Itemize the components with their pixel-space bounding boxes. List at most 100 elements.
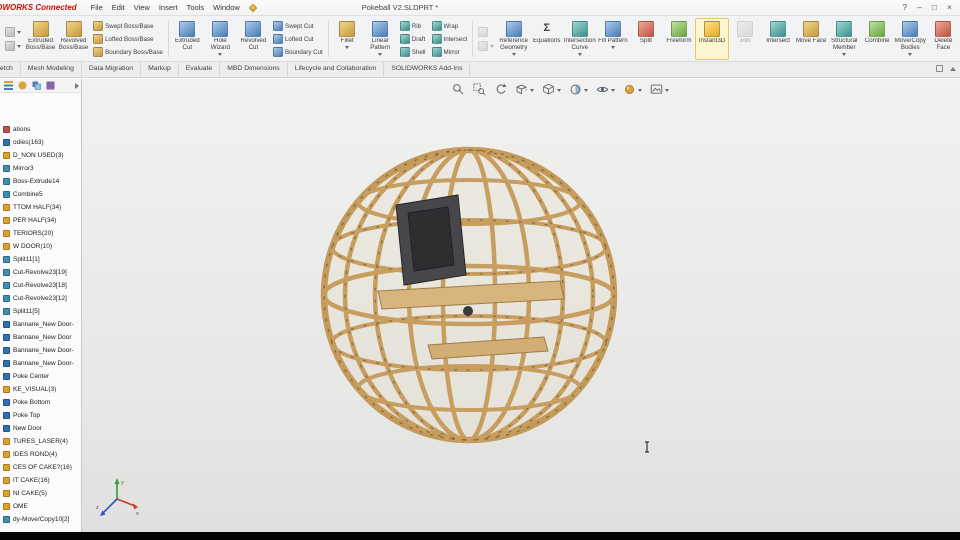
- delete-face-button[interactable]: Delete Face: [927, 18, 960, 60]
- featuremanager-tab-icon[interactable]: [4, 81, 13, 90]
- expand-panel-arrow-icon[interactable]: [75, 82, 79, 89]
- dimxpertmanager-tab-icon[interactable]: [46, 81, 55, 90]
- ribbon-tab[interactable]: Lifecycle and Collaboration: [288, 62, 385, 77]
- tree-item[interactable]: Poke Top: [0, 409, 81, 422]
- ribbon-tab[interactable]: Markup: [141, 62, 179, 77]
- tree-item[interactable]: D_NON USED(3): [0, 149, 81, 162]
- tree-item[interactable]: Combine5: [0, 188, 81, 201]
- tree-item[interactable]: NI CAKE(5): [0, 487, 81, 500]
- menu-item[interactable]: File: [91, 3, 103, 12]
- tree-item[interactable]: Bannane_New Door-: [0, 318, 81, 331]
- structural-member-button[interactable]: Structural Member: [828, 18, 861, 60]
- minimize-icon[interactable]: –: [917, 2, 922, 12]
- ribbon-tab[interactable]: MBD Dimensions: [220, 62, 288, 77]
- pokeball-3d-model[interactable]: [308, 133, 630, 455]
- tree-item[interactable]: Split11[1]: [0, 253, 81, 266]
- tree-item[interactable]: W DOOR(10): [0, 240, 81, 253]
- draft-button[interactable]: Draft: [399, 33, 426, 45]
- revolved-boss-base-button[interactable]: Revolved Boss/Base: [57, 18, 90, 60]
- tree-item[interactable]: TURES_LASER(4): [0, 435, 81, 448]
- boundary-cut-button[interactable]: Boundary Cut: [272, 46, 323, 58]
- fillet-button[interactable]: Fillet: [331, 18, 364, 60]
- intersect-small-button[interactable]: Intersect: [431, 33, 467, 45]
- hide-show-items-button[interactable]: [596, 83, 615, 96]
- zoom-area-button[interactable]: [473, 83, 486, 96]
- display-style-button[interactable]: [569, 83, 588, 96]
- menu-item[interactable]: Window: [213, 3, 240, 12]
- hole-wizard-button[interactable]: Hole Wizard: [204, 18, 237, 60]
- revolved-cut-button[interactable]: Revolved Cut: [237, 18, 270, 60]
- tree-item[interactable]: IDES ROND(4): [0, 448, 81, 461]
- tree-item[interactable]: Boss-Extrude14: [0, 175, 81, 188]
- propertymanager-tab-icon[interactable]: [18, 81, 27, 90]
- menu-item[interactable]: Tools: [187, 3, 205, 12]
- tree-item[interactable]: ations: [0, 123, 81, 136]
- lofted-cut-button[interactable]: Lofted Cut: [272, 33, 323, 45]
- tree-item[interactable]: KE_VISUAL(3): [0, 383, 81, 396]
- combine-button[interactable]: Combine: [861, 18, 894, 60]
- tree-item[interactable]: Poke Bottom: [0, 396, 81, 409]
- tree-item[interactable]: Bannane_New Door-: [0, 357, 81, 370]
- configurationmanager-tab-icon[interactable]: [32, 81, 41, 90]
- extruded-boss-base-button[interactable]: Extruded Boss/Base: [24, 18, 57, 60]
- fill-pattern-button[interactable]: Fill Pattern: [596, 18, 629, 60]
- ribbon-tab[interactable]: Data Migration: [82, 62, 142, 77]
- move-copy-bodies-button[interactable]: Move/Copy Bodies: [894, 18, 927, 60]
- intersection-curve-button[interactable]: Intersection Curve: [563, 18, 596, 60]
- freeform-button[interactable]: Freeform: [662, 18, 695, 60]
- pin-ribbon-icon[interactable]: [936, 65, 943, 72]
- tree-item[interactable]: Cut-Revolve23[18]: [0, 279, 81, 292]
- equations-button[interactable]: Σ Equations: [530, 18, 563, 60]
- apply-scene-button[interactable]: [650, 83, 669, 96]
- tree-item[interactable]: New Door: [0, 422, 81, 435]
- instant3d-button[interactable]: Instant3D: [695, 18, 729, 60]
- swept-boss-base-button[interactable]: Swept Boss/Base: [93, 20, 163, 32]
- tree-item[interactable]: TERIORS(20): [0, 227, 81, 240]
- intersect-button[interactable]: Intersect: [762, 18, 795, 60]
- mirror-button[interactable]: Mirror: [431, 46, 468, 58]
- tree-item[interactable]: CES OF CAKE?(16): [0, 461, 81, 474]
- swept-cut-button[interactable]: Swept Cut: [272, 20, 323, 32]
- rib-button[interactable]: Rib: [399, 20, 426, 32]
- split-button[interactable]: Split: [629, 18, 662, 60]
- zoom-fit-button[interactable]: [452, 83, 465, 96]
- edit-appearance-button[interactable]: [623, 83, 642, 96]
- previous-view-button[interactable]: [494, 83, 507, 96]
- menu-item[interactable]: Edit: [112, 3, 125, 12]
- collapse-ribbon-icon[interactable]: [950, 66, 956, 71]
- reference-geometry-button[interactable]: Reference Geometry: [497, 18, 530, 60]
- linear-pattern-button[interactable]: Linear Pattern: [364, 18, 397, 60]
- menu-item[interactable]: View: [134, 3, 150, 12]
- graphics-viewport[interactable]: y x z: [0, 79, 960, 532]
- menu-item[interactable]: Insert: [159, 3, 178, 12]
- ribbon-tab[interactable]: Evaluate: [179, 62, 221, 77]
- close-icon[interactable]: ×: [947, 2, 952, 12]
- tree-item[interactable]: Split11[5]: [0, 305, 81, 318]
- ribbon-tab[interactable]: Mesh Modeling: [21, 62, 82, 77]
- tree-item[interactable]: Bannane_New Door-: [0, 344, 81, 357]
- help-icon[interactable]: ?: [902, 2, 907, 12]
- tree-item[interactable]: Poke Center: [0, 370, 81, 383]
- tree-item[interactable]: TTOM HALF(34): [0, 201, 81, 214]
- ribbon-tab[interactable]: SOLIDWORKS Add-Ins: [384, 62, 471, 77]
- new-document-icon[interactable]: [248, 3, 258, 12]
- tree-item[interactable]: Bannane_New Door: [0, 331, 81, 344]
- wrap-button[interactable]: Wrap: [431, 20, 468, 32]
- view-orientation-button[interactable]: [542, 83, 561, 96]
- ribbon-tab[interactable]: Sketch: [0, 62, 21, 77]
- shell-button[interactable]: Shell: [399, 46, 426, 58]
- tree-item[interactable]: IT CAKE(16): [0, 474, 81, 487]
- tree-item[interactable]: OME: [0, 500, 81, 513]
- tree-item[interactable]: dy-Move/Copy10[2]: [0, 513, 81, 526]
- tree-item[interactable]: Mirror3: [0, 162, 81, 175]
- boundary-boss-base-button[interactable]: Boundary Boss/Base: [93, 46, 163, 58]
- section-view-button[interactable]: [515, 83, 534, 96]
- move-face-button[interactable]: Move Face: [795, 18, 828, 60]
- restore-icon[interactable]: □: [932, 2, 937, 12]
- tree-item[interactable]: Cut-Revolve23[12]: [0, 292, 81, 305]
- join-button[interactable]: Join: [729, 18, 762, 60]
- lofted-boss-base-button[interactable]: Lofted Boss/Base: [93, 33, 163, 45]
- tree-item[interactable]: odies(163): [0, 136, 81, 149]
- extruded-cut-button[interactable]: Extruded Cut: [171, 18, 204, 60]
- tree-item[interactable]: PER HALF(34): [0, 214, 81, 227]
